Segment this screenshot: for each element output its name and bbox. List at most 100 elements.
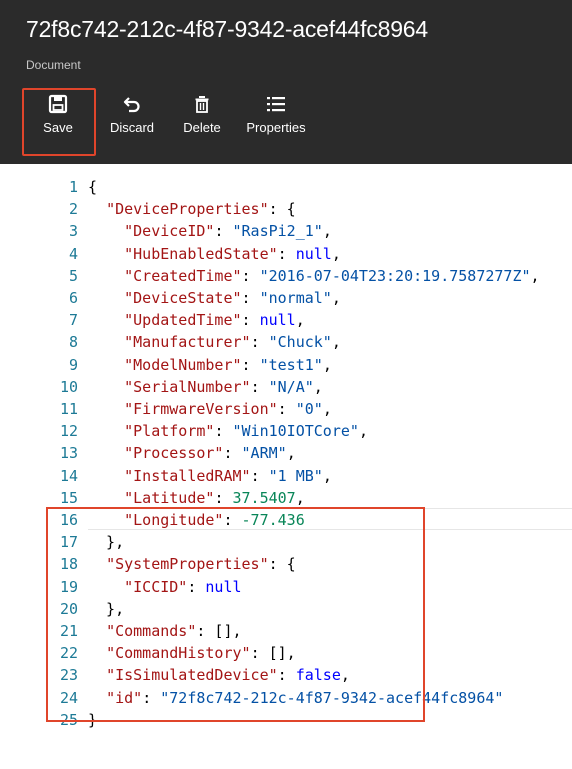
properties-button[interactable]: Properties <box>236 88 316 154</box>
code-text: "Platform": "Win10IOTCore", <box>88 420 368 442</box>
code-line[interactable]: 4 "HubEnabledState": null, <box>0 243 572 265</box>
code-token: , <box>358 422 368 441</box>
code-text: "Commands": [], <box>88 620 242 642</box>
code-line[interactable]: 2 "DeviceProperties": { <box>0 198 572 220</box>
code-token: "0" <box>295 400 323 418</box>
code-line[interactable]: 5 "CreatedTime": "2016-07-04T23:20:19.75… <box>0 265 572 287</box>
code-line[interactable]: 14 "InstalledRAM": "1 MB", <box>0 465 572 487</box>
code-token: : [], <box>196 622 242 640</box>
code-line[interactable]: 12 "Platform": "Win10IOTCore", <box>0 420 572 442</box>
code-line[interactable]: 23 "IsSimulatedDevice": false, <box>0 664 572 686</box>
code-line[interactable]: 16 "Longitude": -77.436 <box>0 509 572 531</box>
line-number: 11 <box>59 400 78 418</box>
code-line[interactable]: 3 "DeviceID": "RasPi2_1", <box>0 220 572 242</box>
discard-button[interactable]: Discard <box>96 88 168 154</box>
code-text: "Longitude": -77.436 <box>88 509 305 531</box>
code-token: "normal" <box>259 289 332 307</box>
code-line[interactable]: 25} <box>0 709 572 731</box>
code-text: }, <box>88 531 124 553</box>
code-text: "SystemProperties": { <box>88 553 296 575</box>
line-number: 23 <box>59 666 78 685</box>
line-number: 10 <box>59 377 78 396</box>
code-line[interactable]: 1{ <box>0 176 572 198</box>
code-text: "ICCID": null <box>88 576 242 598</box>
properties-label: Properties <box>246 120 306 135</box>
code-token: null <box>205 577 242 596</box>
line-number: 7 <box>68 311 78 330</box>
code-text: "HubEnabledState": null, <box>88 243 341 265</box>
code-line[interactable]: 10 "SerialNumber": "N/A", <box>0 376 572 398</box>
document-subtitle: Document <box>26 58 81 72</box>
save-button[interactable]: Save <box>20 88 96 154</box>
code-token: "FirmwareVersion" <box>124 400 278 418</box>
code-token: }, <box>88 599 125 618</box>
code-token: "Chuck" <box>268 333 332 352</box>
code-token: : <box>241 355 260 374</box>
code-line[interactable]: 20 }, <box>0 598 572 620</box>
code-text: "Processor": "ARM", <box>88 442 296 464</box>
line-number: 12 <box>59 422 78 441</box>
json-editor[interactable]: 1{2 "DeviceProperties": {3 "DeviceID": "… <box>0 164 572 769</box>
line-number: 20 <box>59 599 78 618</box>
code-text: "InstalledRAM": "1 MB", <box>88 465 332 487</box>
code-token: : <box>250 466 269 485</box>
document-title: 72f8c742-212c-4f87-9342-acef44fc8964 <box>26 16 428 42</box>
code-line[interactable]: 15 "Latitude": 37.5407, <box>0 487 572 509</box>
code-line[interactable]: 22 "CommandHistory": [], <box>0 642 572 664</box>
line-number: 2 <box>68 200 78 219</box>
code-text: "DeviceProperties": { <box>88 198 296 220</box>
code-token: : { <box>268 555 296 574</box>
line-number: 17 <box>59 533 78 552</box>
code-token: "id" <box>106 688 143 707</box>
code-line[interactable]: 17 }, <box>0 531 572 553</box>
line-number: 15 <box>59 488 78 507</box>
delete-button[interactable]: Delete <box>168 88 236 154</box>
code-line[interactable]: 24 "id": "72f8c742-212c-4f87-9342-acef44… <box>0 687 572 709</box>
code-line[interactable]: 13 "Processor": "ARM", <box>0 442 572 464</box>
code-line[interactable]: 11 "FirmwareVersion": "0", <box>0 398 572 420</box>
trash-icon <box>192 94 212 114</box>
line-number: 4 <box>68 244 78 263</box>
code-token: -77.436 <box>241 511 305 529</box>
code-token: , <box>295 488 305 507</box>
discard-label: Discard <box>109 120 155 135</box>
code-line[interactable]: 6 "DeviceState": "normal", <box>0 287 572 309</box>
code-token: "ICCID" <box>124 577 188 596</box>
code-token: "HubEnabledState" <box>124 244 278 263</box>
code-text: "FirmwareVersion": "0", <box>88 398 332 420</box>
code-token: "CommandHistory" <box>106 644 251 663</box>
document-header: 72f8c742-212c-4f87-9342-acef44fc8964 Doc… <box>0 0 572 164</box>
code-token: "Latitude" <box>124 488 215 507</box>
code-token: : <box>277 666 296 685</box>
code-token: , <box>331 244 341 263</box>
code-token: "72f8c742-212c-4f87-9342-acef44fc8964" <box>160 688 504 707</box>
code-token: , <box>286 444 296 463</box>
line-number: 19 <box>59 577 78 596</box>
list-icon <box>265 94 287 114</box>
code-token: : <box>241 311 260 330</box>
code-line[interactable]: 7 "UpdatedTime": null, <box>0 309 572 331</box>
code-token: "Manufacturer" <box>124 333 251 352</box>
code-token: "1 MB" <box>268 466 323 485</box>
code-text: "DeviceState": "normal", <box>88 287 341 309</box>
line-number: 8 <box>68 333 78 352</box>
code-text: }, <box>88 598 124 620</box>
code-token: , <box>331 333 341 352</box>
line-number: 14 <box>59 466 78 485</box>
code-token: , <box>322 466 332 485</box>
code-token: "IsSimulatedDevice" <box>106 666 278 685</box>
code-line[interactable]: 9 "ModelNumber": "test1", <box>0 354 572 376</box>
code-token: "SystemProperties" <box>106 555 269 574</box>
code-line[interactable]: 19 "ICCID": null <box>0 576 572 598</box>
code-token: , <box>331 289 341 307</box>
code-line[interactable]: 18 "SystemProperties": { <box>0 553 572 575</box>
code-line[interactable]: 21 "Commands": [], <box>0 620 572 642</box>
code-line[interactable]: 8 "Manufacturer": "Chuck", <box>0 331 572 353</box>
